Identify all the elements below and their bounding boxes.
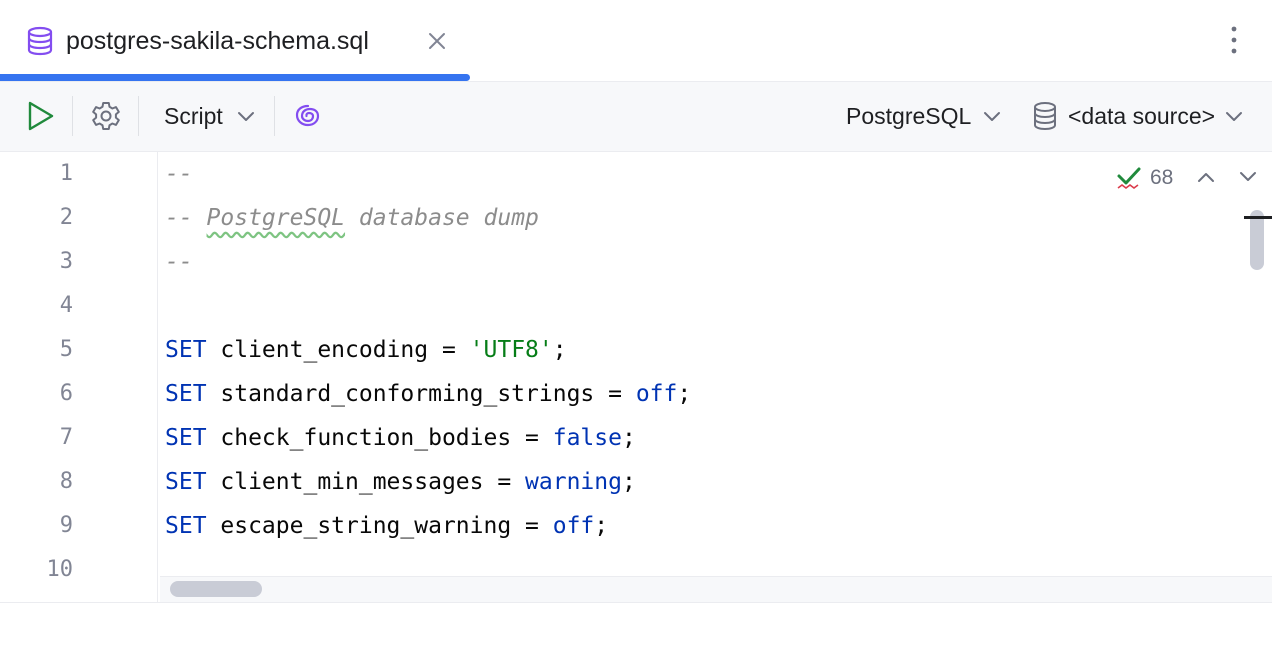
code-line[interactable]: SET escape_string_warning = off; <box>165 504 608 548</box>
code-token: ; <box>677 381 692 407</box>
vertical-scrollbar[interactable] <box>1250 210 1264 270</box>
code-token: client_min_messages = <box>206 469 526 495</box>
close-icon[interactable] <box>426 30 448 52</box>
code-token: client_encoding = <box>206 337 470 363</box>
chevron-down-icon <box>984 112 1001 121</box>
database-icon <box>27 26 53 56</box>
code-token: warning <box>525 469 622 495</box>
inspection-count: 68 <box>1150 166 1174 189</box>
toolbar-separator <box>72 96 73 136</box>
chevron-down-icon <box>1226 112 1243 121</box>
data-source-label: <data source> <box>1068 102 1216 129</box>
scroll-position-marker <box>1244 216 1272 219</box>
chevron-down-icon[interactable] <box>1238 170 1258 184</box>
data-source-dropdown[interactable]: <data source> <box>1032 98 1243 134</box>
code-token: -- <box>165 205 207 231</box>
active-tab-indicator <box>0 74 470 81</box>
code-token: check_function_bodies = <box>206 425 553 451</box>
line-number-gutter: 1 2 3 4 5 6 7 8 9 10 <box>0 152 158 602</box>
code-token: off <box>635 381 678 407</box>
line-number: 1 <box>59 161 73 186</box>
divider <box>0 602 1272 603</box>
sql-dialect-dropdown[interactable]: PostgreSQL <box>846 98 1001 134</box>
horizontal-scrollbar-track <box>160 576 1272 602</box>
chevron-up-icon[interactable] <box>1196 170 1216 184</box>
code-line[interactable]: -- <box>165 240 193 284</box>
code-token: ; <box>552 337 567 363</box>
dialect-label: PostgreSQL <box>846 102 972 129</box>
line-number: 7 <box>59 425 73 450</box>
code-token: SET <box>165 425 207 451</box>
line-number: 9 <box>59 513 73 538</box>
line-number: 10 <box>46 557 74 582</box>
code-token: 'UTF8' <box>469 337 553 363</box>
more-options-icon[interactable] <box>1222 24 1246 56</box>
code-token: off <box>552 513 595 539</box>
code-token: false <box>552 425 622 451</box>
chevron-down-icon <box>237 112 254 121</box>
tab-title: postgres-sakila-schema.sql <box>66 27 369 55</box>
code-token: database dump <box>345 205 539 231</box>
code-token: SET <box>165 337 207 363</box>
code-line[interactable]: SET standard_conforming_strings = off; <box>165 372 691 416</box>
editor-toolbar: Script PostgreSQL <data source> <box>0 82 1272 152</box>
code-token: PostgreSQL <box>206 205 346 231</box>
code-line[interactable]: -- PostgreSQL database dump <box>165 196 539 240</box>
code-line[interactable]: -- <box>165 152 193 196</box>
checkmark-icon <box>1117 167 1141 189</box>
line-number: 8 <box>59 469 73 494</box>
ai-assistant-icon[interactable] <box>292 100 324 132</box>
code-editor[interactable]: 1 2 3 4 5 6 7 8 9 10 -- -- PostgreSQL dat… <box>0 152 1272 602</box>
line-number: 2 <box>59 205 73 230</box>
script-label: Script <box>164 102 223 129</box>
line-number: 5 <box>59 337 73 362</box>
gear-icon[interactable] <box>90 100 122 132</box>
code-token: ; <box>621 425 636 451</box>
inspection-widget[interactable]: 68 <box>1116 162 1173 194</box>
line-number: 4 <box>59 293 73 318</box>
code-line[interactable]: SET check_function_bodies = false; <box>165 416 636 460</box>
code-token: -- <box>165 249 193 275</box>
code-token: ; <box>621 469 636 495</box>
code-token: escape_string_warning = <box>206 513 553 539</box>
database-icon <box>1034 102 1056 131</box>
code-token: standard_conforming_strings = <box>206 381 636 407</box>
code-token: ; <box>594 513 609 539</box>
editor-tab-bar: postgres-sakila-schema.sql <box>0 0 1272 82</box>
play-icon[interactable] <box>26 100 56 132</box>
code-token: SET <box>165 513 207 539</box>
line-number: 3 <box>59 249 73 274</box>
code-token: SET <box>165 381 207 407</box>
horizontal-scrollbar[interactable] <box>170 581 262 597</box>
code-token: SET <box>165 469 207 495</box>
toolbar-separator <box>138 96 139 136</box>
toolbar-separator <box>274 96 275 136</box>
code-token: -- <box>165 161 193 187</box>
tab-postgres-sakila-schema[interactable]: postgres-sakila-schema.sql <box>0 0 470 82</box>
code-line[interactable]: SET client_encoding = 'UTF8'; <box>165 328 567 372</box>
script-dropdown[interactable]: Script <box>164 98 255 134</box>
code-line[interactable]: SET client_min_messages = warning; <box>165 460 636 504</box>
line-number: 6 <box>59 381 73 406</box>
